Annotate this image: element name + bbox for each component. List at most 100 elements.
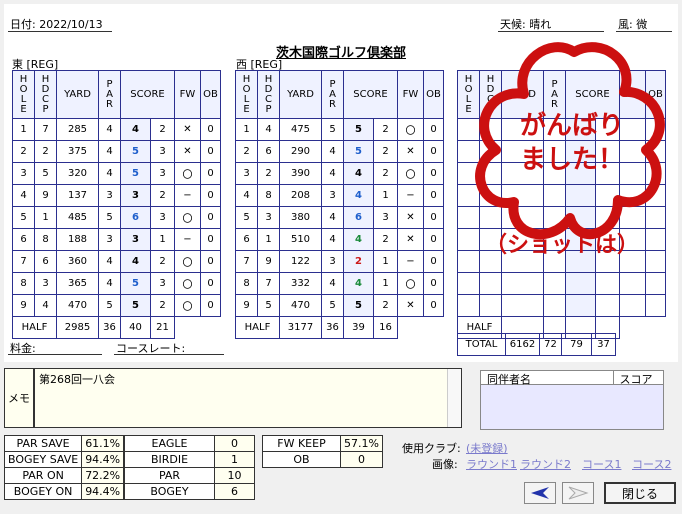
score-cell[interactable]: 3 (120, 184, 151, 207)
stat-value: 61.1% (81, 435, 125, 452)
score-cell[interactable]: 5 (343, 118, 374, 141)
next-button[interactable] (562, 482, 594, 504)
putt-cell[interactable]: 2 (150, 184, 175, 207)
putt-cell[interactable]: 3 (373, 206, 398, 229)
putt-cell[interactable]: 2 (150, 118, 175, 141)
putt-cell[interactable]: 1 (373, 184, 398, 207)
yard-cell: 470 (56, 294, 99, 317)
fw-cell[interactable]: 〇 (397, 162, 424, 185)
table-row: 5 1 485 5 6 3 〇 0 (12, 206, 221, 229)
score-cell[interactable]: 5 (343, 140, 374, 163)
ob-cell[interactable]: 0 (423, 162, 444, 185)
ob-cell[interactable]: 0 (423, 184, 444, 207)
score-cell[interactable]: 4 (343, 228, 374, 251)
putt-cell[interactable]: 2 (373, 228, 398, 251)
score-cell[interactable]: 4 (120, 118, 151, 141)
fw-cell[interactable]: − (174, 184, 201, 207)
total-yard: 6162 (505, 333, 540, 356)
yard-cell: 380 (279, 206, 322, 229)
fw-cell[interactable]: ✕ (174, 118, 201, 141)
memo-scrollbar[interactable] (447, 369, 461, 427)
fw-cell[interactable]: 〇 (397, 118, 424, 141)
score-cell[interactable]: 3 (120, 228, 151, 251)
putt-cell[interactable]: 2 (373, 294, 398, 317)
score-cell[interactable]: 4 (343, 272, 374, 295)
companion-score-header[interactable]: スコア (614, 371, 663, 386)
score-cell[interactable]: 5 (120, 162, 151, 185)
col-yard: YARD (56, 70, 99, 119)
fw-cell[interactable]: − (397, 184, 424, 207)
fw-cell[interactable]: ✕ (397, 228, 424, 251)
ob-cell[interactable]: 0 (200, 294, 221, 317)
putt-cell[interactable]: 2 (373, 118, 398, 141)
yard-cell: 375 (56, 140, 99, 163)
ob-cell[interactable]: 0 (423, 228, 444, 251)
putt-cell[interactable]: 2 (373, 140, 398, 163)
score-cell[interactable]: 5 (120, 272, 151, 295)
stat-label: OB (262, 451, 341, 468)
hole-cell: 2 (235, 140, 258, 163)
score-cell[interactable]: 5 (343, 294, 374, 317)
putt-cell[interactable]: 2 (373, 162, 398, 185)
table-row: 3 5 320 4 5 3 〇 0 (12, 162, 221, 185)
putt-cell[interactable]: 3 (150, 206, 175, 229)
ob-cell[interactable]: 0 (200, 162, 221, 185)
fw-cell[interactable]: 〇 (174, 294, 201, 317)
clubs-link[interactable]: (未登録) (466, 440, 508, 456)
score-cell[interactable]: 2 (343, 250, 374, 273)
putt-cell[interactable]: 1 (150, 228, 175, 251)
score-cell[interactable]: 5 (120, 140, 151, 163)
stat-label: BIRDIE (124, 451, 215, 468)
image-round2-link[interactable]: ラウンド2 (520, 456, 571, 472)
score-cell[interactable]: 4 (343, 162, 374, 185)
fw-cell[interactable]: 〇 (174, 250, 201, 273)
ob-cell[interactable]: 0 (200, 184, 221, 207)
fw-cell[interactable]: 〇 (174, 162, 201, 185)
hole-cell: 3 (12, 162, 35, 185)
fw-cell[interactable]: 〇 (174, 272, 201, 295)
ob-cell[interactable]: 0 (200, 272, 221, 295)
score-cell[interactable]: 6 (343, 206, 374, 229)
fw-cell[interactable]: ✕ (397, 206, 424, 229)
ob-cell[interactable]: 0 (200, 206, 221, 229)
ob-cell[interactable]: 0 (200, 228, 221, 251)
putt-cell[interactable]: 1 (373, 250, 398, 273)
putt-cell[interactable]: 2 (150, 250, 175, 273)
close-button[interactable]: 閉じる (604, 482, 676, 504)
putt-cell[interactable]: 3 (150, 140, 175, 163)
ob-cell[interactable]: 0 (423, 272, 444, 295)
score-cell[interactable]: 6 (120, 206, 151, 229)
fw-cell[interactable]: 〇 (397, 272, 424, 295)
fw-cell[interactable]: ✕ (174, 140, 201, 163)
image-course1-link[interactable]: コース1 (582, 456, 621, 472)
fw-cell[interactable]: ✕ (397, 294, 424, 317)
putt-cell[interactable]: 1 (373, 272, 398, 295)
ob-cell[interactable]: 0 (200, 118, 221, 141)
image-round1-link[interactable]: ラウンド1 (466, 456, 517, 472)
prev-button[interactable] (524, 482, 556, 504)
score-cell[interactable]: 5 (120, 294, 151, 317)
ob-cell[interactable]: 0 (423, 206, 444, 229)
par-cell: 3 (321, 184, 344, 207)
fw-cell[interactable]: ✕ (397, 140, 424, 163)
ob-cell[interactable]: 0 (423, 140, 444, 163)
putt-cell[interactable]: 3 (150, 162, 175, 185)
putt-cell[interactable]: 3 (150, 272, 175, 295)
fw-cell[interactable]: 〇 (174, 206, 201, 229)
image-course2-link[interactable]: コース2 (632, 456, 671, 472)
companion-name-header[interactable]: 同伴者名 (481, 371, 614, 386)
ob-cell[interactable]: 0 (423, 118, 444, 141)
ob-cell[interactable]: 0 (423, 294, 444, 317)
hdcp-cell: 1 (257, 228, 280, 251)
ob-cell[interactable]: 0 (423, 250, 444, 273)
ob-cell[interactable]: 0 (200, 250, 221, 273)
half-row: HALF 3177 36 39 16 (235, 316, 444, 339)
fw-cell[interactable]: − (174, 228, 201, 251)
companion-list[interactable]: 同伴者名 スコア (480, 370, 664, 430)
ob-cell[interactable]: 0 (200, 140, 221, 163)
score-cell[interactable]: 4 (343, 184, 374, 207)
fw-cell[interactable]: − (397, 250, 424, 273)
score-cell[interactable]: 4 (120, 250, 151, 273)
memo-field[interactable]: 第268回一八会 (34, 368, 462, 428)
putt-cell[interactable]: 2 (150, 294, 175, 317)
